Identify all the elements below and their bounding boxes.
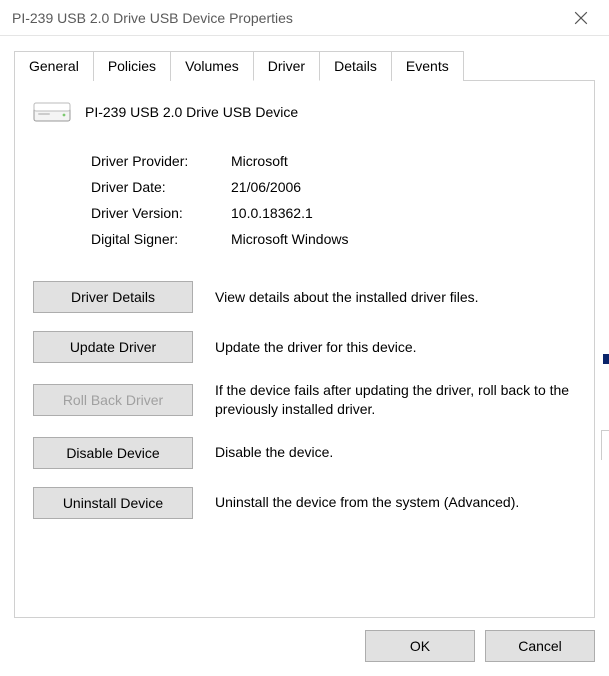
action-row-uninstall: Uninstall Device Uninstall the device fr… xyxy=(33,487,576,519)
device-header: PI-239 USB 2.0 Drive USB Device xyxy=(33,99,576,125)
window-title: PI-239 USB 2.0 Drive USB Device Properti… xyxy=(12,10,293,26)
cancel-button[interactable]: Cancel xyxy=(485,630,595,662)
background-artifact xyxy=(603,354,609,364)
update-driver-desc: Update the driver for this device. xyxy=(215,338,576,357)
disable-device-desc: Disable the device. xyxy=(215,443,576,462)
provider-label: Driver Provider: xyxy=(91,153,231,169)
tab-events[interactable]: Events xyxy=(391,51,464,81)
tab-driver[interactable]: Driver xyxy=(253,51,320,81)
rollback-driver-desc: If the device fails after updating the d… xyxy=(215,381,576,419)
driver-panel: PI-239 USB 2.0 Drive USB Device Driver P… xyxy=(14,80,595,618)
info-row-provider: Driver Provider: Microsoft xyxy=(91,153,576,169)
rollback-driver-button: Roll Back Driver xyxy=(33,384,193,416)
info-row-version: Driver Version: 10.0.18362.1 xyxy=(91,205,576,221)
driver-details-button[interactable]: Driver Details xyxy=(33,281,193,313)
tab-policies[interactable]: Policies xyxy=(93,51,171,81)
disable-device-button[interactable]: Disable Device xyxy=(33,437,193,469)
dialog-footer: OK Cancel xyxy=(365,630,595,662)
tab-general[interactable]: General xyxy=(14,51,94,81)
ok-button[interactable]: OK xyxy=(365,630,475,662)
disk-drive-icon xyxy=(33,99,71,125)
background-artifact xyxy=(601,430,609,460)
info-row-signer: Digital Signer: Microsoft Windows xyxy=(91,231,576,247)
action-row-rollback: Roll Back Driver If the device fails aft… xyxy=(33,381,576,419)
device-name: PI-239 USB 2.0 Drive USB Device xyxy=(85,104,298,120)
close-button[interactable] xyxy=(559,4,603,32)
version-value: 10.0.18362.1 xyxy=(231,205,576,221)
date-value: 21/06/2006 xyxy=(231,179,576,195)
signer-label: Digital Signer: xyxy=(91,231,231,247)
driver-details-desc: View details about the installed driver … xyxy=(215,288,576,307)
action-row-update: Update Driver Update the driver for this… xyxy=(33,331,576,363)
update-driver-button[interactable]: Update Driver xyxy=(33,331,193,363)
action-row-disable: Disable Device Disable the device. xyxy=(33,437,576,469)
info-row-date: Driver Date: 21/06/2006 xyxy=(91,179,576,195)
dialog-body: General Policies Volumes Driver Details … xyxy=(0,36,609,618)
version-label: Driver Version: xyxy=(91,205,231,221)
driver-info-table: Driver Provider: Microsoft Driver Date: … xyxy=(91,153,576,247)
tab-strip: General Policies Volumes Driver Details … xyxy=(14,50,595,80)
tab-volumes[interactable]: Volumes xyxy=(170,51,254,81)
signer-value: Microsoft Windows xyxy=(231,231,576,247)
provider-value: Microsoft xyxy=(231,153,576,169)
uninstall-device-button[interactable]: Uninstall Device xyxy=(33,487,193,519)
tab-details[interactable]: Details xyxy=(319,51,392,81)
action-row-details: Driver Details View details about the in… xyxy=(33,281,576,313)
date-label: Driver Date: xyxy=(91,179,231,195)
close-icon xyxy=(574,11,588,25)
uninstall-device-desc: Uninstall the device from the system (Ad… xyxy=(215,493,576,512)
titlebar: PI-239 USB 2.0 Drive USB Device Properti… xyxy=(0,0,609,36)
